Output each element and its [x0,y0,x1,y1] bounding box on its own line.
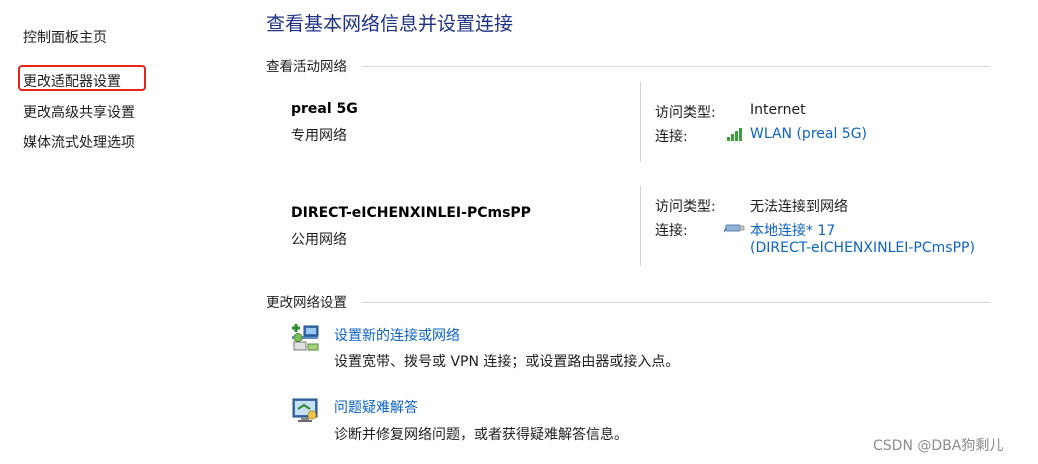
network-name: preal 5G [291,101,358,117]
sidebar-item-media-streaming[interactable]: 媒体流式处理选项 [23,132,135,152]
connection-label: 连接: [655,223,688,239]
column-divider [640,82,641,162]
new-connection-icon [292,324,319,351]
local-connection-link[interactable]: 本地连接* 17 [750,220,835,240]
connection-label: 连接: [655,129,688,145]
sidebar-item-change-adapter-settings[interactable]: 更改适配器设置 [23,71,121,91]
network-type: 公用网络 [291,232,347,248]
troubleshoot-description: 诊断并修复网络问题，或者获得疑难解答信息。 [334,427,628,443]
access-type-value: Internet [750,102,806,118]
setup-new-connection-description: 设置宽带、拨号或 VPN 连接；或设置路由器或接入点。 [334,354,680,370]
ethernet-cable-icon [724,224,745,233]
network-name: DIRECT-eICHENXINLEI-PCmsPP [291,205,531,221]
access-type-label: 访问类型: [655,199,716,215]
network-type: 专用网络 [291,128,347,144]
change-settings-heading: 更改网络设置 [266,295,347,311]
troubleshoot-icon [292,398,318,422]
sidebar-item-advanced-sharing[interactable]: 更改高级共享设置 [23,102,135,122]
access-type-value: 无法连接到网络 [750,199,848,215]
page-title: 查看基本网络信息并设置连接 [266,13,514,35]
active-networks-heading: 查看活动网络 [266,59,347,75]
watermark: CSDN @DBA狗剩儿 [873,438,1004,454]
troubleshoot-link[interactable]: 问题疑难解答 [334,397,418,417]
wlan-connection-link[interactable]: WLAN (preal 5G) [750,126,867,142]
access-type-label: 访问类型: [655,105,716,121]
sidebar-item-control-panel-home[interactable]: 控制面板主页 [23,27,107,47]
setup-new-connection-link[interactable]: 设置新的连接或网络 [334,325,460,345]
wifi-signal-icon [727,128,742,141]
section-divider [362,302,990,303]
section-divider [362,66,990,67]
column-divider [640,186,641,266]
local-connection-link-detail[interactable]: (DIRECT-eICHENXINLEI-PCmsPP) [750,240,975,256]
